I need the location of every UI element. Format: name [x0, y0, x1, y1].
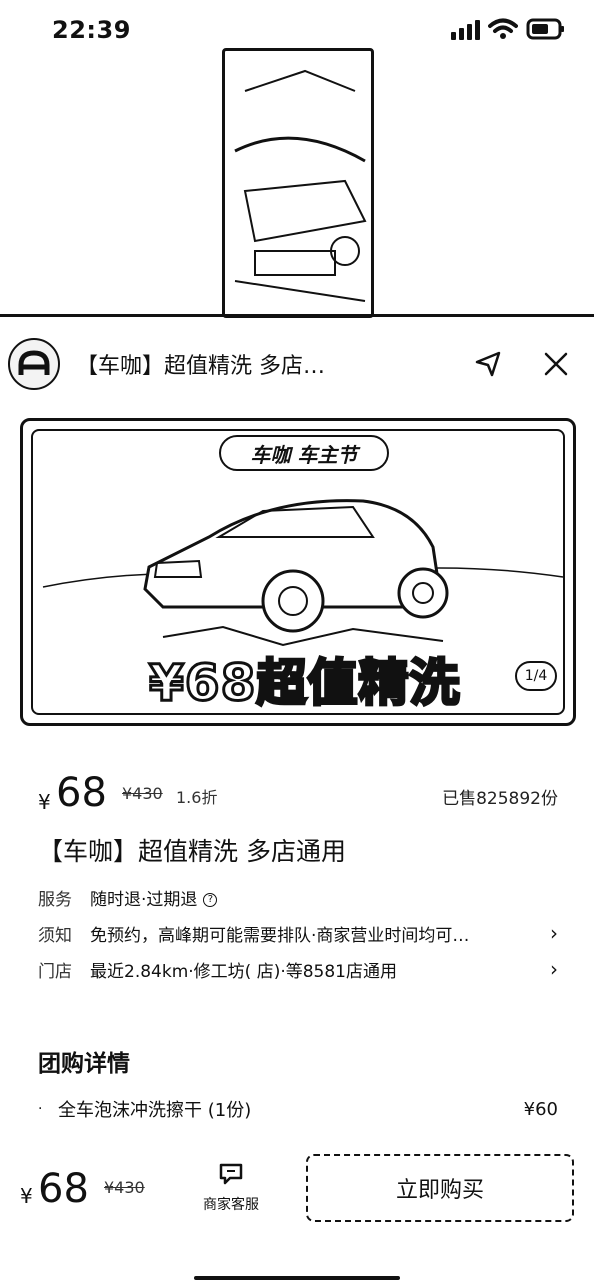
info-row-notice[interactable]: 须知 免预约，高峰期可能需要排队·商家营业时间均可… ›: [38, 918, 558, 948]
banner-brand: 车咖 车主节: [219, 435, 389, 471]
status-icons: [451, 18, 566, 40]
wifi-icon: [488, 18, 518, 39]
detail-item-price: ¥60: [523, 1098, 558, 1120]
info-val-store: 最近2.84km·修工坊( 店)·等8581店通用: [90, 961, 397, 982]
bullet-icon: ·: [38, 1101, 43, 1117]
info-val-notice: 免预约，高峰期可能需要排队·商家营业时间均可…: [90, 925, 470, 946]
banner-price-text: ¥68超值精洗: [147, 653, 461, 714]
sold-count: 已售825892份: [442, 789, 558, 809]
signal-icon: [451, 18, 480, 40]
deal-header: 【车咖】超值精洗 多店…: [0, 322, 594, 402]
buy-now-button[interactable]: 立即购买: [306, 1154, 574, 1222]
section-title: 团购详情: [38, 1051, 130, 1077]
detail-item-name: 全车泡沫冲洗擦干 (1份): [58, 1100, 252, 1121]
status-time: 22:39: [52, 16, 131, 44]
video-thumbnail[interactable]: [222, 48, 374, 318]
customer-service-button[interactable]: 商家客服: [196, 1162, 266, 1214]
help-icon[interactable]: ?: [203, 892, 218, 907]
close-icon[interactable]: [538, 346, 574, 382]
bottom-price: 68: [38, 1166, 89, 1212]
info-val-service: 随时退·过期退?: [90, 885, 558, 910]
battery-icon: [526, 18, 564, 40]
chat-icon: [219, 1163, 243, 1185]
share-icon[interactable]: [470, 346, 506, 382]
service-policy: 随时退·过期退: [90, 889, 198, 910]
info-row-store[interactable]: 门店 最近2.84km·修工坊( 店)·等8581店通用 ›: [38, 954, 558, 984]
info-key-service: 服务: [38, 889, 72, 910]
product-banner[interactable]: 车咖 车主节 ¥68超值精洗 1/4: [20, 418, 576, 726]
info-key-store: 门店: [38, 961, 72, 982]
bottom-action-bar: ¥ 68 ¥430 商家客服 立即购买: [0, 1150, 594, 1280]
discount-badge: 1.6折: [176, 788, 218, 807]
price-row: ¥ 68 ¥430 1.6折 已售825892份: [38, 770, 558, 818]
deal-title: 【车咖】超值精洗 多店通用: [38, 837, 346, 866]
bottom-original-price: ¥430: [104, 1178, 145, 1197]
video-thumbnail-image: [234, 69, 367, 302]
currency-symbol: ¥: [20, 1184, 33, 1208]
customer-service-label: 商家客服: [203, 1197, 259, 1213]
chevron-right-icon: ›: [550, 957, 558, 981]
info-row-service[interactable]: 服务 随时退·过期退?: [38, 882, 558, 912]
video-preview-area: [0, 48, 594, 318]
banner-page-counter: 1/4: [515, 661, 557, 691]
current-price: 68: [56, 770, 107, 816]
divider: [0, 314, 594, 317]
brand-logo-icon[interactable]: [8, 338, 60, 390]
home-indicator[interactable]: [194, 1276, 400, 1280]
chevron-right-icon: ›: [550, 921, 558, 945]
info-key-notice: 须知: [38, 925, 72, 946]
currency-symbol: ¥: [38, 790, 51, 814]
list-item: · 全车泡沫冲洗擦干 (1份) ¥60: [38, 1094, 558, 1124]
original-price: ¥430: [122, 784, 163, 803]
header-title: 【车咖】超值精洗 多店…: [76, 354, 325, 379]
